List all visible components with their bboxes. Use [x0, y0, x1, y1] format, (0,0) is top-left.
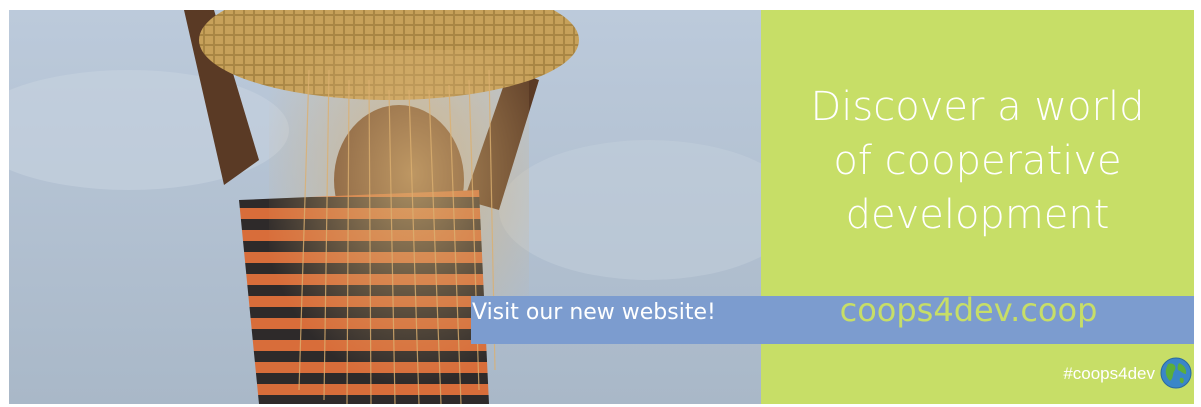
- website-url-link[interactable]: coops4dev.coop: [752, 291, 1185, 329]
- visit-website-text: Visit our new website!: [472, 300, 716, 325]
- photo-farmer-winnowing-grain: [9, 10, 761, 404]
- hashtag-text: #coops4dev: [1063, 364, 1155, 383]
- banner: Discover a world of cooperative developm…: [9, 10, 1194, 404]
- headline-line-1: Discover a world: [810, 84, 1145, 130]
- globe-icon: [1160, 357, 1192, 389]
- headline-line-2: of cooperative: [833, 138, 1122, 184]
- headline-line-3: development: [845, 192, 1110, 238]
- headline: Discover a world of cooperative developm…: [761, 80, 1194, 242]
